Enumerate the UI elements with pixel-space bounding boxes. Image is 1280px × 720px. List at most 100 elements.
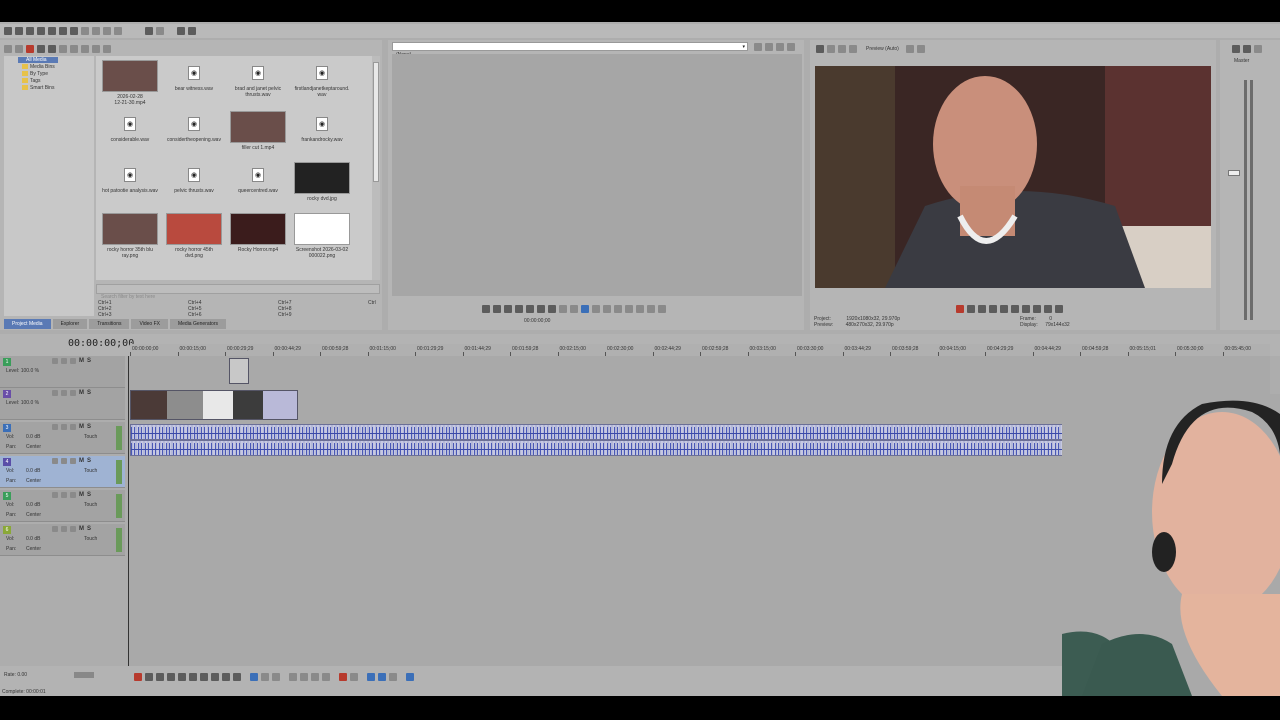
tree-item-all-media[interactable]: All Media xyxy=(26,57,47,63)
delete-icon[interactable] xyxy=(114,27,122,35)
undo-icon[interactable] xyxy=(145,27,153,35)
stop-icon[interactable] xyxy=(189,673,197,681)
delete-tool-icon[interactable] xyxy=(289,673,297,681)
track-pan-value[interactable]: Center xyxy=(26,444,41,450)
auto-ripple-icon[interactable] xyxy=(378,673,386,681)
selection-tool-icon[interactable] xyxy=(272,673,280,681)
pause-icon[interactable] xyxy=(178,673,186,681)
tab-transitions[interactable]: Transitions xyxy=(89,319,130,329)
tree-item-by-type[interactable]: By Type xyxy=(30,71,48,77)
properties-icon[interactable] xyxy=(59,27,67,35)
overwrite-icon[interactable] xyxy=(603,305,611,313)
preview-settings-icon[interactable] xyxy=(816,45,824,53)
region-icon[interactable] xyxy=(350,673,358,681)
media-item[interactable]: Rocky Horror.mp4 xyxy=(226,213,290,253)
play-from-start-icon[interactable] xyxy=(156,673,164,681)
solo-button[interactable]: S xyxy=(87,526,91,532)
track-vol-value[interactable]: 0.0 dB xyxy=(26,468,40,474)
redo-icon[interactable] xyxy=(156,27,164,35)
media-item[interactable]: ◉ hot patootie analysis.wav xyxy=(98,162,162,194)
prev-frame-icon[interactable] xyxy=(1044,305,1052,313)
automation-mode[interactable]: Touch xyxy=(84,502,97,508)
track-fx-icon[interactable] xyxy=(52,492,58,498)
play-icon[interactable] xyxy=(989,305,997,313)
save-icon[interactable] xyxy=(26,27,34,35)
tab-video-fx[interactable]: Video FX xyxy=(131,319,168,329)
render-icon[interactable] xyxy=(48,27,56,35)
trimmer-option-icon[interactable] xyxy=(776,43,784,51)
media-item[interactable]: ◉ bear witness.wav xyxy=(162,60,226,92)
trimmer-dropdown[interactable]: (None) ▾ xyxy=(392,42,748,58)
mute-button[interactable]: M xyxy=(79,424,84,430)
copy-snapshot-icon[interactable] xyxy=(849,45,857,53)
video-clip-strip[interactable] xyxy=(130,390,298,420)
track-auto-icon[interactable] xyxy=(61,458,67,464)
track-settings-icon[interactable] xyxy=(70,424,76,430)
media-item[interactable]: ◉ queercentred.wav xyxy=(226,162,290,194)
track-settings-icon[interactable] xyxy=(70,458,76,464)
loop-icon[interactable] xyxy=(145,673,153,681)
tree-item-media-bins[interactable]: Media Bins xyxy=(30,64,55,70)
cursor-icon[interactable] xyxy=(177,27,185,35)
paste-icon[interactable] xyxy=(103,27,111,35)
settings-icon[interactable] xyxy=(70,27,78,35)
tab-explorer[interactable]: Explorer xyxy=(52,319,88,329)
master-fader[interactable] xyxy=(1228,170,1240,176)
track-header-3[interactable]: 3 M S Vol: 0.0 dB Pan: Center Touch xyxy=(0,422,125,454)
tree-item-smart-bins[interactable]: Smart Bins xyxy=(30,85,54,91)
trim-icon[interactable] xyxy=(300,673,308,681)
solo-button[interactable]: S xyxy=(87,424,91,430)
track-header-4[interactable]: 4 M S Vol: 0.0 dB Pan: Center Touch xyxy=(0,456,125,488)
go-to-start-icon[interactable] xyxy=(200,673,208,681)
play-icon[interactable] xyxy=(167,673,175,681)
track-vol-value[interactable]: 0.0 dB xyxy=(26,502,40,508)
preview-quality-dropdown[interactable]: Preview (Auto) xyxy=(866,46,899,52)
media-item[interactable]: ◉ firstlandjanetkeptaround. wav xyxy=(290,60,354,98)
go-to-start-icon[interactable] xyxy=(1022,305,1030,313)
next-frame-icon[interactable] xyxy=(548,305,556,313)
solo-button[interactable]: S xyxy=(87,458,91,464)
media-item[interactable]: ◉ frankandrocky.wav xyxy=(290,111,354,143)
mute-button[interactable]: M xyxy=(79,526,84,532)
channels-icon[interactable] xyxy=(916,45,925,53)
media-search-input[interactable]: Search filter by text here xyxy=(96,284,380,300)
prev-frame-icon[interactable] xyxy=(537,305,545,313)
record-icon[interactable] xyxy=(134,673,142,681)
loop-icon[interactable] xyxy=(482,305,490,313)
automation-mode[interactable]: Touch xyxy=(84,536,97,542)
snap-icon[interactable] xyxy=(658,305,666,313)
media-item[interactable]: ◉ considerable.wav xyxy=(98,111,162,143)
cut-icon[interactable] xyxy=(81,27,89,35)
mute-button[interactable]: M xyxy=(79,458,84,464)
track-auto-icon[interactable] xyxy=(61,390,67,396)
video-clip[interactable] xyxy=(229,358,249,384)
lock-icon[interactable] xyxy=(322,673,330,681)
go-to-end-icon[interactable] xyxy=(1033,305,1041,313)
prev-frame-icon[interactable] xyxy=(222,673,230,681)
track-auto-icon[interactable] xyxy=(61,492,67,498)
crossfade-icon[interactable] xyxy=(389,673,397,681)
track-fx-icon[interactable] xyxy=(52,458,58,464)
trimmer-option-icon[interactable] xyxy=(787,43,795,51)
sync-icon[interactable] xyxy=(647,305,655,313)
rewind-icon[interactable] xyxy=(559,305,567,313)
fit-icon[interactable] xyxy=(614,305,622,313)
get-media-icon[interactable] xyxy=(26,45,34,53)
split-screen-icon[interactable] xyxy=(827,45,835,53)
properties-media-icon[interactable] xyxy=(48,45,56,53)
audio-waveform-clip[interactable] xyxy=(130,424,1136,440)
track-vol-value[interactable]: 0.0 dB xyxy=(26,434,40,440)
solo-button[interactable]: S xyxy=(87,390,91,396)
tab-media-generators[interactable]: Media Generators xyxy=(169,319,226,329)
stop-icon[interactable] xyxy=(526,305,534,313)
overlay-icon[interactable] xyxy=(838,45,846,53)
normal-edit-tool-icon[interactable] xyxy=(250,673,258,681)
capture-icon[interactable] xyxy=(15,45,23,53)
track-settings-icon[interactable] xyxy=(70,390,76,396)
pause-icon[interactable] xyxy=(1000,305,1008,313)
next-frame-icon[interactable] xyxy=(1055,305,1063,313)
views-icon[interactable] xyxy=(59,45,67,53)
track-pan-value[interactable]: Center xyxy=(26,546,41,552)
track-pan-value[interactable]: Center xyxy=(26,478,41,484)
new-project-icon[interactable] xyxy=(4,27,12,35)
